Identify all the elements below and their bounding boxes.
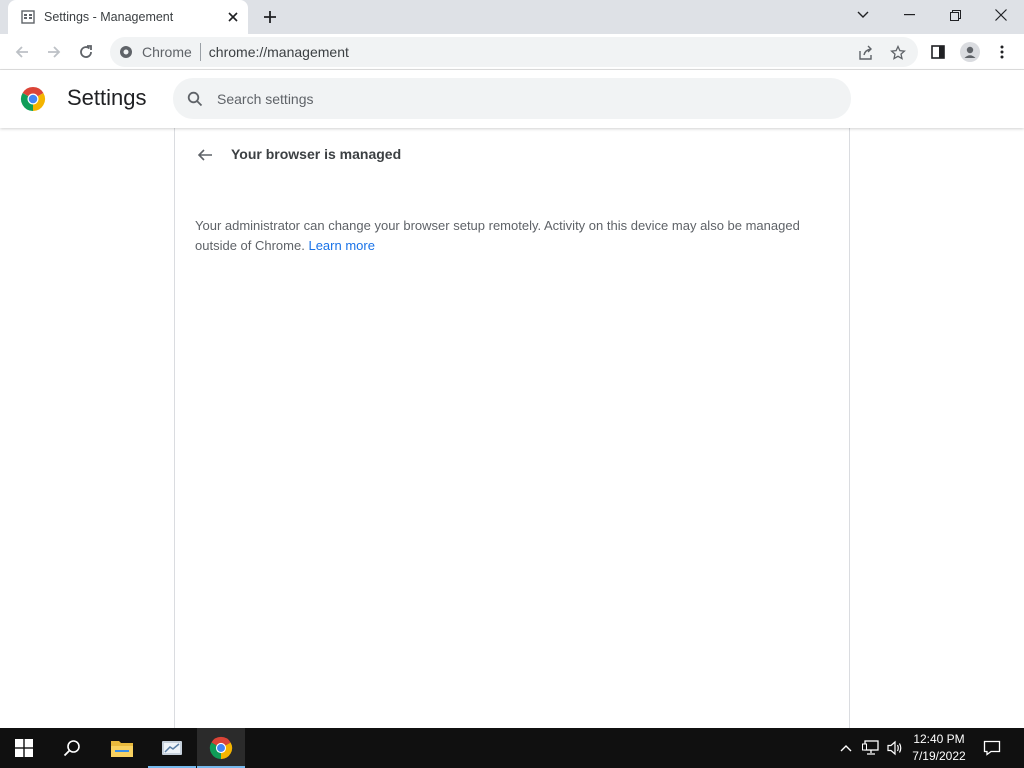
forward-nav-button[interactable] (40, 38, 68, 66)
management-page: Your browser is managed Your administrat… (174, 128, 850, 728)
more-menu-icon[interactable] (988, 38, 1016, 66)
minimize-button[interactable] (886, 0, 932, 30)
clock-time: 12:40 PM (913, 732, 965, 746)
volume-icon[interactable] (884, 728, 906, 768)
network-icon[interactable] (860, 728, 882, 768)
notifications-icon[interactable] (980, 728, 1004, 768)
chrome-logo-icon (20, 86, 46, 112)
back-arrow-button[interactable] (193, 143, 217, 167)
show-hidden-icons-chevron-icon[interactable] (836, 728, 856, 768)
search-settings-box[interactable] (173, 78, 851, 119)
close-window-button[interactable] (978, 0, 1024, 30)
address-bar[interactable]: Chrome chrome://management (110, 37, 918, 67)
bookmark-star-icon[interactable] (888, 43, 908, 63)
close-tab-icon[interactable] (224, 8, 242, 26)
file-explorer-icon[interactable] (98, 728, 146, 768)
search-taskbar-icon[interactable] (48, 728, 96, 768)
new-tab-button[interactable] (258, 6, 282, 28)
page-title: Settings (67, 85, 147, 110)
management-description: Your administrator can change your brows… (195, 216, 825, 256)
back-nav-button[interactable] (8, 38, 36, 66)
tab-title: Settings - Management (44, 10, 174, 24)
tab-search-chevron-icon[interactable] (840, 0, 886, 30)
windows-taskbar: 12:40 PM 7/19/2022 (0, 728, 1024, 768)
start-button[interactable] (0, 728, 48, 768)
server-manager-icon[interactable] (148, 728, 196, 768)
settings-page-icon (20, 9, 36, 25)
profile-avatar-icon[interactable] (956, 38, 984, 66)
clock-date: 7/19/2022 (912, 749, 966, 763)
tab-settings-management[interactable]: Settings - Management (8, 0, 248, 34)
page-heading: Your browser is managed (231, 146, 402, 162)
description-text: Your administrator can change your brows… (195, 218, 800, 253)
chrome-taskbar-icon[interactable] (197, 728, 245, 768)
origin-chip: Chrome (142, 44, 192, 60)
reload-button[interactable] (72, 38, 100, 66)
search-icon (185, 89, 205, 109)
chrome-page-icon[interactable] (118, 44, 134, 60)
omnibox-divider (199, 43, 201, 61)
side-panel-icon[interactable] (924, 38, 952, 66)
search-input[interactable] (217, 90, 817, 107)
settings-header: Settings (0, 70, 1024, 128)
share-icon[interactable] (856, 43, 876, 63)
browser-toolbar: Chrome chrome://management (0, 34, 1024, 70)
restore-button[interactable] (932, 0, 978, 30)
system-clock[interactable]: 12:40 PM 7/19/2022 (904, 731, 974, 765)
tab-strip: Settings - Management (0, 0, 1024, 34)
url-text[interactable]: chrome://management (209, 44, 349, 60)
learn-more-link[interactable]: Learn more (308, 238, 374, 253)
